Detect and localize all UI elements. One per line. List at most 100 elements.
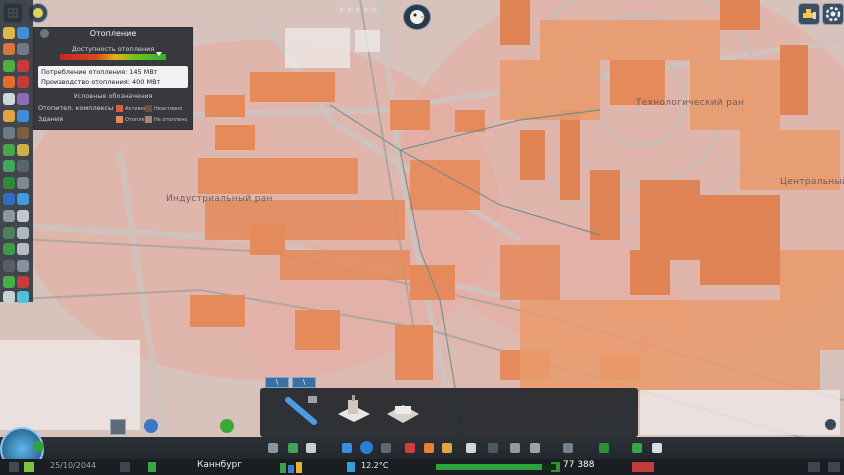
legend-swatch-inactive bbox=[145, 105, 152, 112]
brush-icon[interactable] bbox=[144, 419, 158, 433]
district-label-industrial: Индустриальный ран bbox=[166, 194, 273, 204]
fishing-view-icon[interactable] bbox=[3, 227, 15, 239]
city-name[interactable]: Каннбург bbox=[197, 460, 242, 470]
tool-tab-pipes[interactable]: \ bbox=[265, 377, 289, 388]
rating-stars-icon: ★★★★★ bbox=[338, 5, 379, 14]
districts-category-icon[interactable] bbox=[306, 443, 316, 453]
wind-view-icon[interactable] bbox=[3, 127, 15, 139]
bulldozer-icon[interactable] bbox=[798, 3, 820, 25]
education-category-icon[interactable] bbox=[466, 443, 476, 453]
population-progress-fill bbox=[436, 464, 542, 470]
health-view-icon[interactable] bbox=[3, 60, 15, 72]
garbage-category-icon[interactable] bbox=[381, 443, 391, 453]
geothermal-plant-icon[interactable] bbox=[383, 392, 423, 428]
density-view-icon[interactable] bbox=[17, 193, 29, 205]
temperature: 12.2°C bbox=[361, 461, 389, 470]
tools-view-icon[interactable] bbox=[3, 276, 15, 288]
zoning-category-icon[interactable] bbox=[288, 443, 298, 453]
unique-category-icon[interactable] bbox=[530, 443, 540, 453]
heating-view-icon[interactable] bbox=[3, 43, 15, 55]
legend-label-inactive: Неактивно bbox=[154, 106, 183, 112]
roads-category-icon[interactable] bbox=[268, 443, 278, 453]
checklist-category-icon[interactable] bbox=[652, 443, 662, 453]
legend-title: Условные обозначения bbox=[73, 92, 153, 100]
legend-label-active: Активно bbox=[125, 106, 147, 112]
info-help-icon[interactable] bbox=[220, 419, 234, 433]
volume-icon[interactable] bbox=[808, 462, 820, 472]
electricity-view-icon[interactable] bbox=[3, 27, 15, 39]
legend-swatch-active bbox=[116, 105, 123, 112]
maintenance-view-icon[interactable] bbox=[3, 210, 15, 222]
fullscreen-icon[interactable] bbox=[828, 462, 840, 472]
road-view-icon[interactable] bbox=[17, 177, 29, 189]
legend-swatch-heated bbox=[116, 116, 123, 123]
traffic-view-icon[interactable] bbox=[3, 177, 15, 189]
bulldoze-category-icon[interactable] bbox=[632, 443, 642, 453]
radio-view-icon[interactable] bbox=[17, 243, 29, 255]
heating-consumption: Потребление отопления: 145 МВт bbox=[41, 68, 158, 76]
police-category-icon[interactable] bbox=[442, 443, 452, 453]
milestone-icon[interactable] bbox=[148, 462, 156, 472]
population-progress-bar bbox=[436, 464, 556, 470]
health-category-icon[interactable] bbox=[405, 443, 415, 453]
info-views-toolbar bbox=[0, 0, 33, 303]
income-icon bbox=[632, 462, 654, 472]
availability-marker bbox=[155, 52, 162, 56]
pollution-view-icon[interactable] bbox=[17, 127, 29, 139]
zoning-view-icon[interactable] bbox=[17, 210, 29, 222]
unlocks-icon[interactable] bbox=[110, 419, 126, 435]
chirper-bird-icon[interactable] bbox=[403, 4, 431, 30]
globe-view-icon[interactable] bbox=[3, 193, 15, 205]
happiness-view-icon[interactable] bbox=[17, 60, 29, 72]
camera-view-icon[interactable] bbox=[17, 260, 29, 272]
speed-icon[interactable] bbox=[9, 462, 19, 472]
tool-tab-buildings[interactable]: \ bbox=[292, 377, 316, 388]
crime-view-icon[interactable] bbox=[3, 76, 15, 88]
land-value-view-icon[interactable] bbox=[3, 144, 15, 156]
noise-view-icon[interactable] bbox=[17, 160, 29, 172]
arrow-view-icon[interactable] bbox=[17, 291, 29, 303]
district-label-technological: Технологический ран bbox=[636, 98, 745, 108]
game-date: 25/10/2044 bbox=[50, 461, 97, 470]
police-view-icon[interactable] bbox=[3, 93, 15, 105]
availability-gradient-bar bbox=[60, 54, 166, 60]
fire-view-icon[interactable] bbox=[17, 76, 29, 88]
monument-category-icon[interactable] bbox=[563, 443, 573, 453]
legend-row-buildings: Здания bbox=[38, 115, 64, 123]
water-view-icon[interactable] bbox=[17, 27, 29, 39]
heating-pipe-icon[interactable] bbox=[282, 392, 322, 428]
industry-view-icon[interactable] bbox=[3, 260, 15, 272]
landscaping-category-icon[interactable] bbox=[599, 443, 609, 453]
legend-label-not-heated: Не отоплено bbox=[154, 117, 188, 123]
money-view-icon[interactable] bbox=[3, 160, 15, 172]
district-label-central: Центральный bbox=[780, 177, 844, 187]
thermometer-icon bbox=[347, 462, 355, 472]
electricity-category-icon[interactable] bbox=[342, 443, 352, 453]
parks-category-icon[interactable] bbox=[488, 443, 498, 453]
gear-icon[interactable] bbox=[822, 3, 844, 25]
mail-view-icon[interactable] bbox=[3, 291, 15, 303]
status-bar bbox=[0, 459, 844, 475]
fire-category-icon[interactable] bbox=[424, 443, 434, 453]
education-view-icon[interactable] bbox=[17, 93, 29, 105]
pause-speed-icon[interactable] bbox=[120, 462, 130, 472]
parks-view-icon[interactable] bbox=[3, 243, 15, 255]
heating-tool-panel bbox=[260, 388, 638, 437]
play-icon[interactable] bbox=[24, 462, 34, 472]
heating-stats-box: Потребление отопления: 145 МВт Производс… bbox=[38, 66, 188, 88]
garbage-view-icon[interactable] bbox=[17, 43, 29, 55]
water-category-icon[interactable] bbox=[360, 441, 373, 454]
advisor-icon[interactable] bbox=[33, 441, 44, 452]
money-amount: 77 388 bbox=[563, 460, 595, 470]
transport-category-icon[interactable] bbox=[510, 443, 520, 453]
resources-view-icon[interactable] bbox=[17, 144, 29, 156]
legend-swatch-not-heated bbox=[145, 116, 152, 123]
panel-title: Отопление bbox=[89, 29, 137, 38]
transport-view-icon[interactable] bbox=[3, 110, 15, 122]
boiler-station-icon[interactable] bbox=[334, 392, 374, 428]
heating-production: Производство отопления: 400 МВт bbox=[41, 78, 161, 86]
close-panel-icon[interactable] bbox=[825, 419, 836, 430]
escape-view-icon[interactable] bbox=[17, 276, 29, 288]
post-view-icon[interactable] bbox=[17, 227, 29, 239]
tourism-view-icon[interactable] bbox=[17, 110, 29, 122]
